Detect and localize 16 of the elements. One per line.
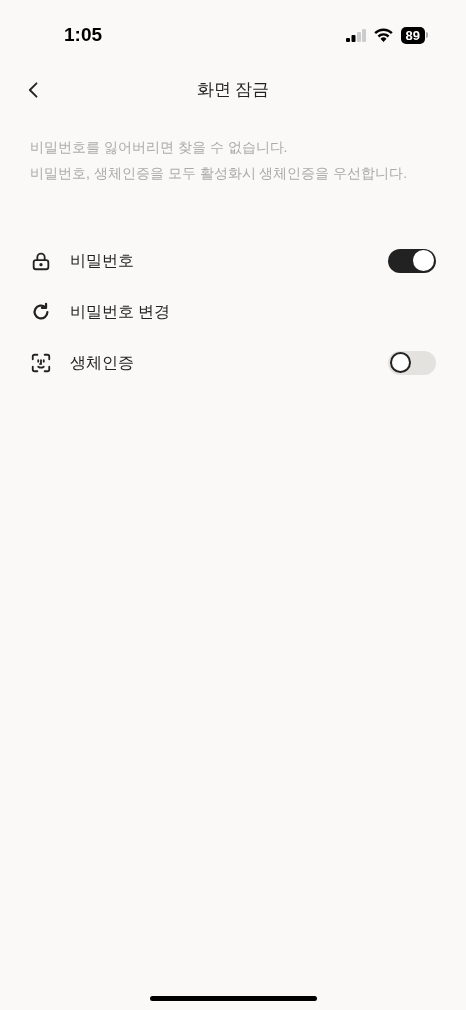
face-scan-icon <box>30 351 52 374</box>
setting-row[interactable]: 생체인증 <box>30 337 436 388</box>
setting-label: 비밀번호 변경 <box>70 301 172 322</box>
setting-row[interactable]: 비밀번호 변경 <box>30 286 436 337</box>
setting-row[interactable]: 비밀번호 <box>30 235 436 286</box>
wifi-icon <box>373 28 393 42</box>
setting-label: 생체인증 <box>70 352 135 373</box>
status-time: 1:05 <box>64 22 103 47</box>
battery-indicator: 89 <box>400 26 425 44</box>
setting-label: 비밀번호 <box>70 250 135 271</box>
toggle-switch[interactable] <box>388 248 436 273</box>
description-text: 비밀번호를 잃어버리면 찾을 수 없습니다. <box>30 138 289 157</box>
toggle-switch[interactable] <box>388 350 436 375</box>
screen-title: 화면 잠금 <box>196 79 270 102</box>
signal-icon <box>345 28 366 42</box>
description-text: 비밀번호, 생체인증을 모두 활성화시 생체인증을 우선합니다. <box>30 164 409 183</box>
